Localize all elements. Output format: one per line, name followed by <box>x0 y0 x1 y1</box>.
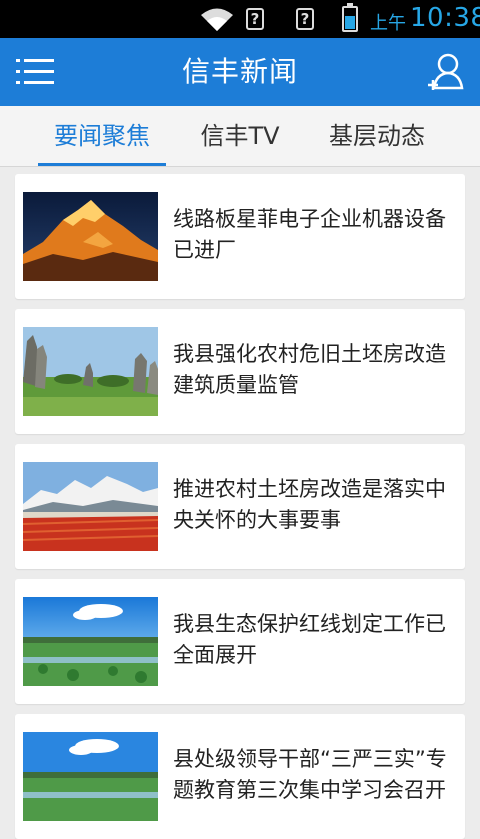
tab-indicator <box>38 163 166 166</box>
news-item[interactable]: 推进农村土坯房改造是落实中央关怀的大事要事 <box>15 444 465 569</box>
menu-icon <box>16 59 54 84</box>
lotus-lake-image <box>23 597 158 686</box>
snow-mountain-sunset-image <box>23 192 158 281</box>
tab-bar: 要闻聚焦 信丰TV 基层动态 <box>0 106 480 167</box>
news-thumbnail <box>23 732 158 821</box>
news-thumbnail <box>23 597 158 686</box>
stone-forest-image <box>23 327 158 416</box>
news-item[interactable]: 我县强化农村危旧土坯房改造建筑质量监管 <box>15 309 465 434</box>
status-bar: ? ? 上午 10:38 <box>0 0 480 38</box>
news-item[interactable]: 我县生态保护红线划定工作已全面展开 <box>15 579 465 704</box>
tab-grassroots-news[interactable]: 基层动态 <box>312 106 442 166</box>
app-title: 信丰新闻 <box>181 55 298 88</box>
wifi-icon <box>201 8 233 31</box>
tab-news-focus[interactable]: 要闻聚焦 <box>38 106 166 166</box>
news-thumbnail <box>23 192 158 281</box>
news-thumbnail <box>23 462 158 551</box>
user-add-icon <box>428 53 464 90</box>
news-thumbnail <box>23 327 158 416</box>
news-headline: 我县强化农村危旧土坯房改造建筑质量监管 <box>173 342 446 397</box>
news-item[interactable]: 县处级领导干部“三严三实”专题教育第三次集中学习会召开 <box>15 714 465 839</box>
battery-charging-icon <box>342 3 358 32</box>
status-ampm: 上午 <box>370 13 406 34</box>
news-headline: 线路板星菲电子企业机器设备已进厂 <box>173 207 446 262</box>
user-button[interactable] <box>426 52 466 92</box>
app-bar: 信丰新闻 <box>0 38 480 106</box>
menu-button[interactable] <box>16 56 56 88</box>
news-item[interactable]: 线路板星菲电子企业机器设备已进厂 <box>15 174 465 299</box>
tab-xinfeng-tv[interactable]: 信丰TV <box>180 106 300 166</box>
status-time: 10:38 <box>410 3 480 33</box>
signal-unknown-icon: ? <box>246 8 264 30</box>
news-headline: 推进农村土坯房改造是落实中央关怀的大事要事 <box>173 477 446 532</box>
signal-unknown-icon: ? <box>296 8 314 30</box>
lotus-lake-image <box>23 732 158 821</box>
news-headline: 我县生态保护红线划定工作已全面展开 <box>173 612 446 667</box>
news-headline: 县处级领导干部“三严三实”专题教育第三次集中学习会召开 <box>173 747 447 802</box>
snow-mountain-red-field-image <box>23 462 158 551</box>
